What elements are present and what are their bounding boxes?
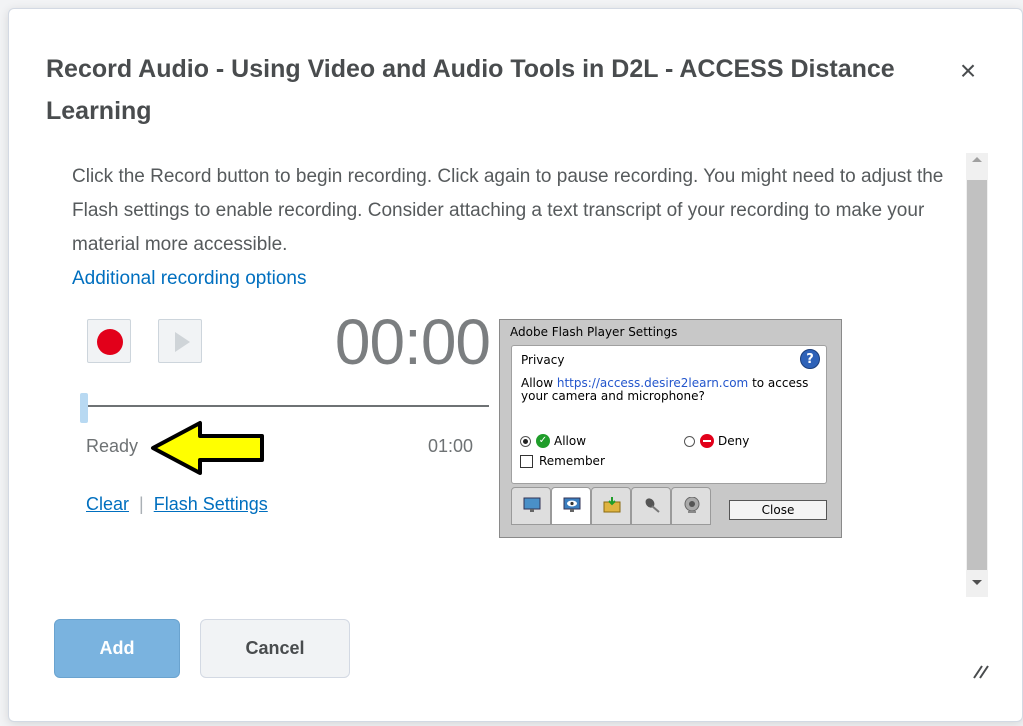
- progress-handle[interactable]: [80, 393, 88, 423]
- pointer-arrow-icon: [151, 421, 264, 475]
- permission-prefix: Allow: [521, 376, 557, 390]
- content-scrollbar[interactable]: [966, 153, 988, 597]
- deny-label: Deny: [718, 434, 750, 448]
- add-button[interactable]: Add: [54, 619, 180, 678]
- scroll-up-icon[interactable]: [972, 157, 982, 162]
- progress-track: [86, 405, 489, 407]
- play-icon: [175, 332, 190, 352]
- radio-selected-dot: [523, 439, 528, 444]
- allow-radio[interactable]: [520, 436, 531, 447]
- permission-question: Allow https://access.desire2learn.com to…: [521, 377, 821, 403]
- allow-label: Allow: [554, 434, 587, 448]
- privacy-pane: Privacy ? Allow https://access.desire2le…: [511, 345, 827, 484]
- tab-storage[interactable]: [591, 487, 631, 525]
- dialog-content: Click the Record button to begin recordi…: [72, 160, 952, 296]
- flash-panel-title: Adobe Flash Player Settings: [510, 325, 678, 339]
- close-icon[interactable]: ×: [955, 57, 981, 85]
- instructions-text: Click the Record button to begin recordi…: [72, 166, 944, 255]
- allow-check-icon: ✓: [536, 434, 550, 448]
- microphone-icon: [645, 498, 660, 513]
- flash-close-button[interactable]: Close: [729, 500, 827, 520]
- duration-text: 01:00: [428, 436, 474, 456]
- flash-settings-link[interactable]: Flash Settings: [154, 494, 268, 514]
- link-separator: |: [139, 494, 144, 514]
- privacy-monitor-icon: [563, 497, 581, 512]
- play-button[interactable]: [158, 319, 202, 363]
- remember-checkbox[interactable]: [520, 455, 533, 468]
- status-text: Ready: [86, 436, 139, 456]
- dialog-title: Record Audio - Using Video and Audio Too…: [46, 55, 895, 125]
- tab-microphone[interactable]: [631, 487, 671, 525]
- remember-label: Remember: [539, 454, 605, 468]
- help-icon[interactable]: ?: [800, 349, 820, 369]
- scrollbar-thumb[interactable]: [967, 180, 987, 570]
- webcam-icon: [684, 497, 700, 513]
- page-edge: [0, 0, 8, 726]
- flash-settings-panel: Adobe Flash Player Settings Privacy ? Al…: [499, 319, 842, 538]
- scroll-down-icon[interactable]: [972, 580, 982, 585]
- privacy-heading: Privacy: [521, 353, 565, 367]
- clear-link[interactable]: Clear: [86, 494, 129, 514]
- permission-url: https://access.desire2learn.com: [556, 376, 749, 390]
- resize-grip-icon[interactable]: [970, 660, 990, 680]
- monitor-icon: [523, 497, 541, 512]
- deny-icon: [700, 434, 714, 448]
- tab-privacy[interactable]: [551, 487, 591, 525]
- record-button[interactable]: [87, 319, 131, 363]
- recorder-links: Clear | Flash Settings: [86, 494, 268, 515]
- record-icon: [97, 329, 123, 355]
- recording-timer: 00:00: [334, 306, 491, 378]
- additional-options-link[interactable]: Additional recording options: [72, 262, 307, 296]
- tab-display[interactable]: [511, 487, 551, 525]
- cancel-button[interactable]: Cancel: [200, 619, 350, 678]
- deny-radio[interactable]: [684, 436, 695, 447]
- folder-download-icon: [603, 497, 621, 513]
- tab-camera[interactable]: [671, 487, 711, 525]
